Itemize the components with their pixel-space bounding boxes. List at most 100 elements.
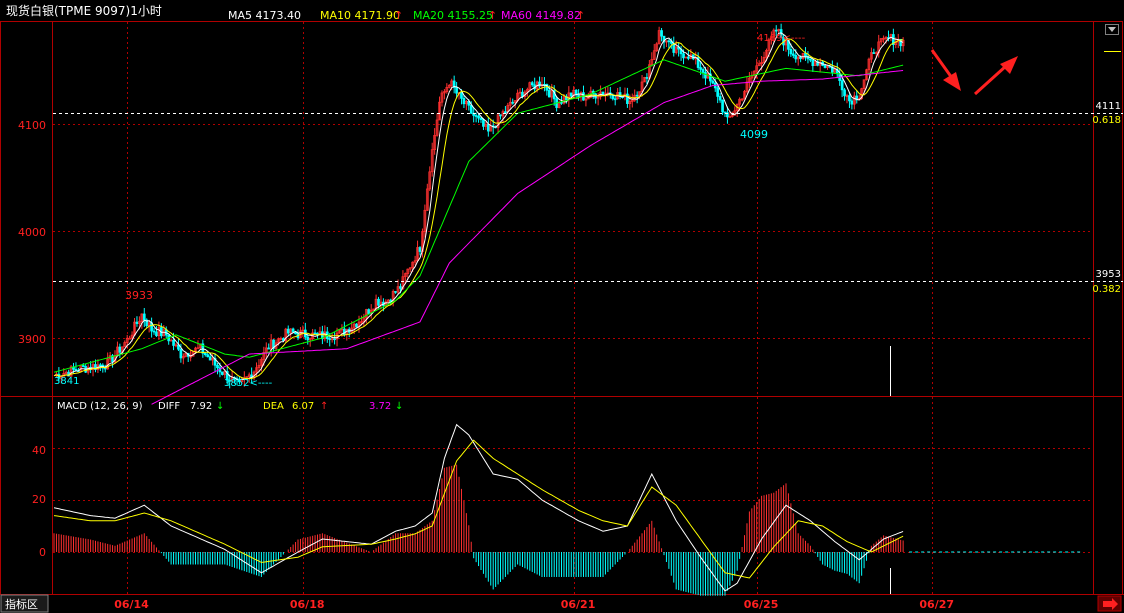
candle-body: [81, 365, 85, 367]
candle-body: [872, 52, 876, 54]
price-label-3900: 3900: [18, 333, 46, 346]
candle-body: [203, 352, 207, 356]
grid: [53, 22, 1093, 594]
candle-body: [840, 80, 844, 91]
candle-body: [645, 77, 649, 79]
candle-body: [560, 102, 563, 104]
candle-body: [328, 338, 332, 340]
candle-body: [460, 92, 463, 99]
candle-body: [196, 347, 200, 350]
candle-body: [687, 56, 690, 59]
candle-body: [499, 114, 502, 117]
candle-body: [172, 339, 175, 346]
candle-body: [486, 124, 490, 132]
date-label: 06/25: [744, 598, 779, 611]
ma60-arrow: ↑: [576, 9, 585, 22]
candle-body: [99, 364, 102, 367]
macd-arrow: ↓: [395, 401, 403, 412]
macd-label-0: 0: [39, 546, 46, 559]
fib-ratio-0618: 0.618: [1092, 115, 1121, 126]
candle-body: [142, 313, 146, 321]
candle-body: [809, 58, 812, 61]
candlestick-chart: 现货白银(TPME 9097)1小时 MA5 4173.40 MA10 4171…: [0, 3, 1124, 613]
date-label: 06/14: [114, 598, 149, 611]
candle-body: [848, 95, 851, 102]
ma5-label: MA5 4173.40: [228, 9, 301, 22]
candle-body: [206, 354, 210, 358]
candle-body: [794, 55, 798, 60]
candle-body: [455, 87, 458, 94]
ma60-label: MA60 4149.82: [501, 9, 581, 22]
candle-body: [716, 87, 720, 97]
fib-ratio-0382: 0.382: [1092, 284, 1121, 295]
price-label-4000: 4000: [18, 226, 46, 239]
candle-body: [791, 53, 795, 56]
candle-body: [216, 364, 219, 369]
candle-body: [530, 82, 534, 86]
candle-body: [333, 338, 336, 341]
candle-body: [377, 298, 380, 306]
diff-label: DIFF: [158, 401, 180, 412]
moving-averages: [53, 32, 904, 405]
instrument-title: 现货白银(TPME 9097)1小时: [6, 3, 162, 18]
chart-frame: [0, 21, 1123, 595]
date-label: 06/27: [919, 598, 954, 611]
candle-body: [306, 336, 310, 341]
annotation-high-3933: 3933: [125, 289, 153, 302]
candle-body: [355, 323, 358, 328]
annotation-low-3841: 3841: [54, 376, 79, 387]
chart-window: 现货白银(TPME 9097)1小时 MA5 4173.40 MA10 4171…: [0, 0, 1124, 613]
ma10-label: MA10 4171.90: [320, 9, 400, 22]
candle-body: [711, 80, 715, 84]
candle-body: [574, 89, 578, 95]
candle-body: [723, 111, 727, 114]
ma10-line: [53, 38, 904, 380]
candle-body: [850, 100, 854, 105]
fib-price-3953: 3953: [1096, 269, 1121, 280]
candle-body: [843, 89, 846, 97]
candle-body: [699, 67, 702, 70]
ma20-line: [53, 59, 904, 373]
candle-body: [418, 247, 422, 252]
candle-body: [721, 99, 724, 113]
candle-body: [511, 101, 515, 104]
candle-body: [267, 347, 271, 350]
dea-arrow: ↑: [320, 401, 328, 412]
candle-body: [704, 72, 707, 79]
annotation-low-4099: 4099: [740, 128, 768, 141]
candle-body: [208, 356, 212, 361]
candle-body: [367, 309, 371, 314]
candle-body: [482, 119, 485, 127]
ma5-line: [53, 32, 904, 381]
candle-body: [179, 348, 183, 359]
candle-body: [462, 98, 466, 105]
candle-body: [613, 98, 617, 101]
candle-body: [789, 48, 793, 55]
macd-label-40: 40: [32, 444, 46, 457]
ma10-arrow: ↑: [394, 9, 403, 22]
indicator-tab-label: 指标区: [5, 597, 38, 611]
candle-body: [291, 328, 295, 333]
candle-body: [221, 371, 224, 375]
candle-body: [667, 40, 671, 43]
diff-value: 7.92: [190, 401, 212, 412]
candle-body: [547, 89, 551, 98]
candle-body: [504, 111, 507, 114]
up-arrow-annotation: [973, 56, 1018, 96]
candle-body: [823, 65, 827, 68]
diff-arrow: ↓: [216, 401, 224, 412]
candle-body: [660, 30, 663, 37]
candle-body: [811, 59, 815, 67]
candle-body: [799, 56, 802, 59]
candle-body: [479, 117, 483, 120]
candle-body: [474, 115, 478, 117]
date-axis: 06/14 06/18 06/21 06/25 06/27: [114, 598, 954, 611]
candle-body: [316, 332, 319, 335]
dea-label: DEA: [263, 401, 284, 412]
candle-body: [626, 93, 629, 104]
annotation-low-3852: 3852<----: [224, 378, 273, 389]
price-label-4100: 4100: [18, 119, 46, 132]
candle-body: [135, 321, 139, 324]
candle-body: [469, 104, 473, 114]
candle-body: [774, 29, 778, 32]
